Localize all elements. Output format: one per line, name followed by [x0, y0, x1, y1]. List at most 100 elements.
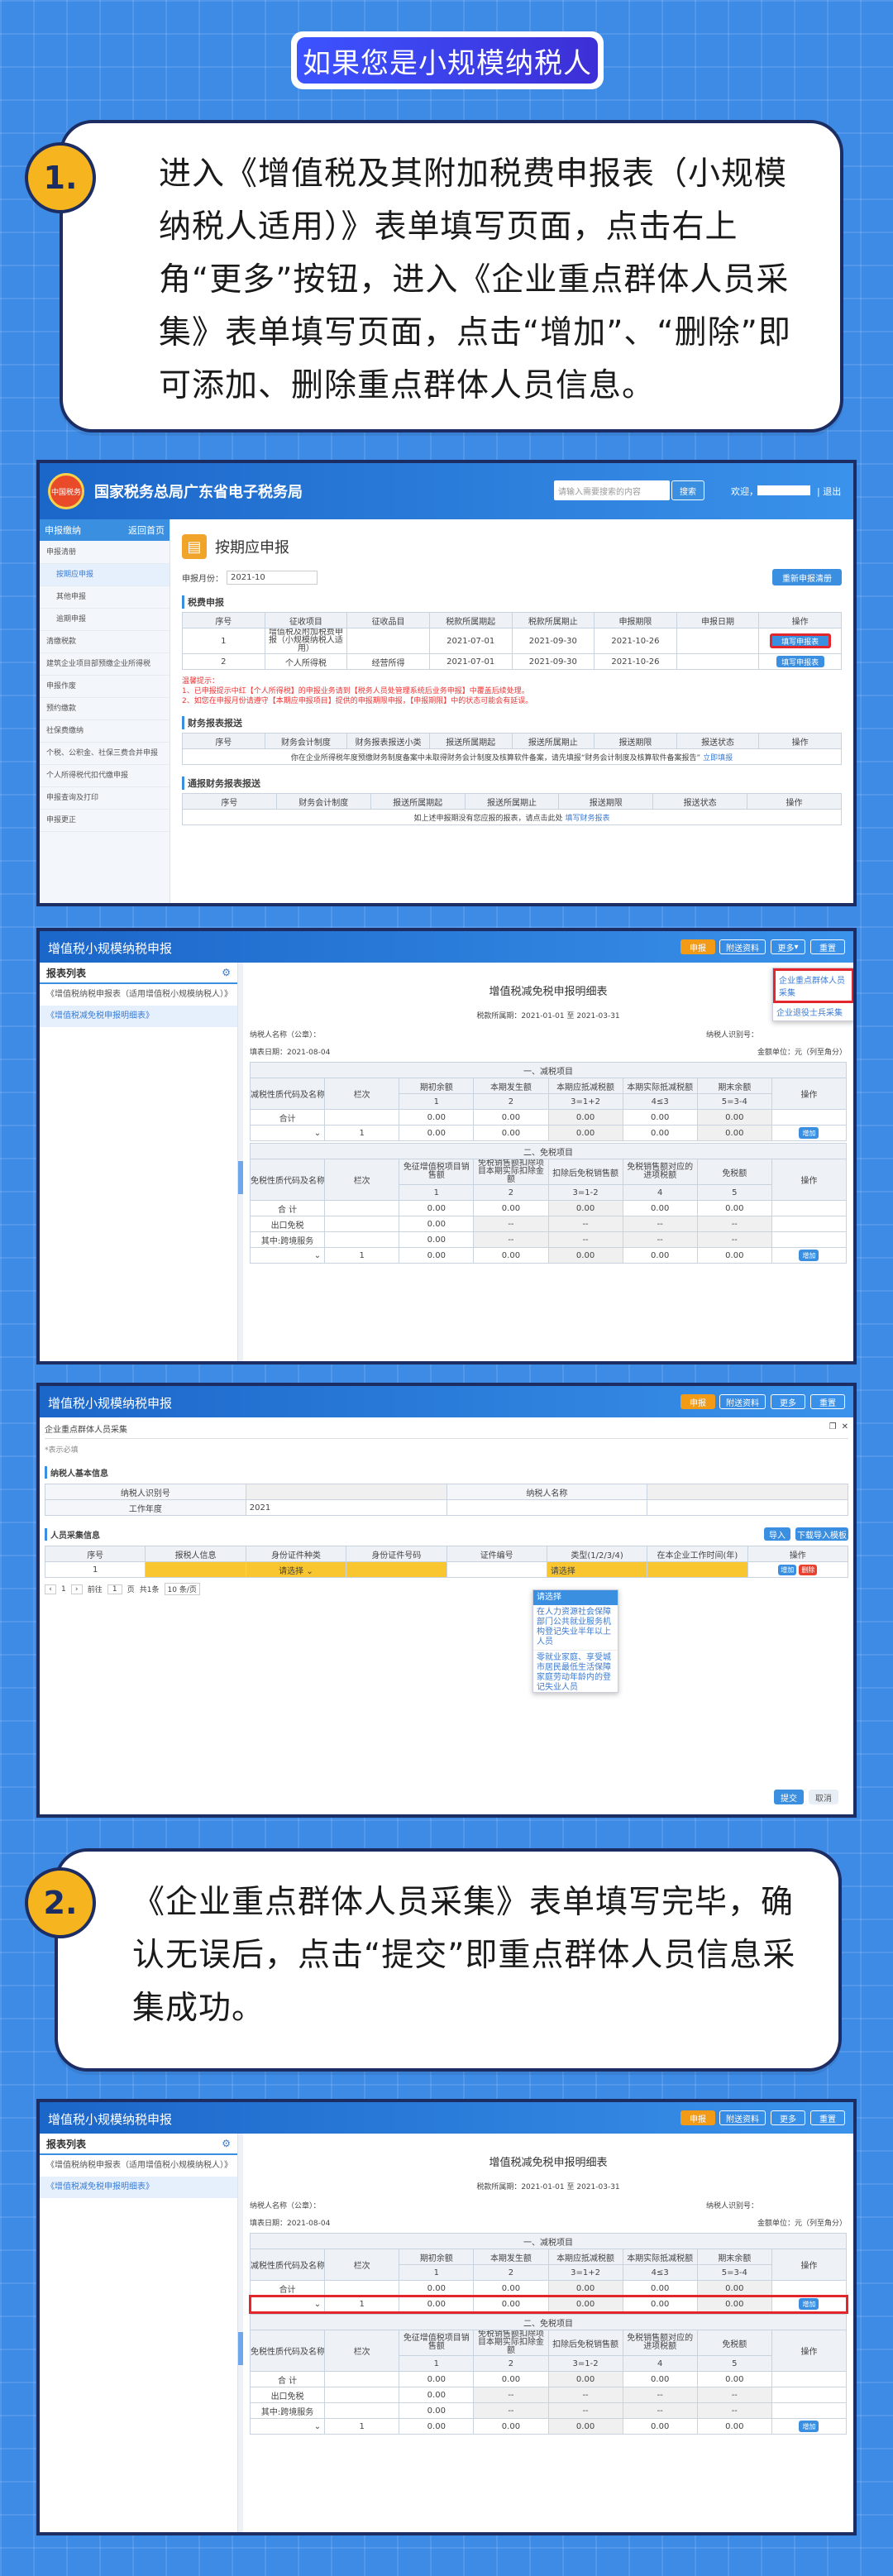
report-item-reduction-detail[interactable]: 《增值税减免税申报明细表》	[40, 2177, 237, 2198]
form-title: 增值税减免税申报明细表	[489, 986, 608, 998]
menu-item[interactable]: 个税、公积金、社保三费合并申报	[40, 743, 170, 765]
vat-app-header-2: 增值税小规模纳税申报 申报 附送资料 更多 重置	[40, 1386, 853, 1417]
search-button[interactable]: 搜索	[671, 480, 704, 500]
menu-item[interactable]: 建筑企业项目部预缴企业所得税	[40, 653, 170, 676]
fill-now-link[interactable]: 立即填报	[703, 754, 733, 762]
people-col-header: 序号	[44, 1546, 146, 1562]
settings-icon[interactable]: ⚙	[222, 2138, 231, 2149]
cancel-button[interactable]: 取消	[809, 1790, 838, 1804]
type-select[interactable]: 请选择	[546, 1561, 648, 1578]
settings-icon[interactable]: ⚙	[222, 967, 231, 978]
maximize-icon[interactable]: ❐	[829, 1422, 837, 1435]
declare-table: 序号 征收项目 征收品目 税款所属期起 税款所属期止 申报期限 申报日期 操作 1 增值税及附加…	[182, 612, 842, 670]
menu-item[interactable]: 清缴税款	[40, 631, 170, 653]
screenshot-vat-form: 增值税小规模纳税申报 申报 附送资料 更多 ▾ 重置 企业重点群体人员采集 企业退…	[36, 928, 857, 1364]
fill-date: 填表日期：2021-08-04	[250, 1049, 331, 1057]
page-label: 页	[127, 1586, 135, 1594]
menu-item[interactable]: 申报清册	[40, 541, 170, 564]
attachments-button[interactable]: 附送资料	[719, 939, 766, 954]
import-button[interactable]: 导入	[764, 1527, 790, 1541]
reset-button[interactable]: 重置	[810, 2110, 845, 2125]
attachments-button[interactable]: 附送资料	[719, 1394, 766, 1409]
form-area: 增值税减免税申报明细表 税款所属期：2021-01-01 至 2021-03-3…	[243, 963, 853, 1361]
menu-item[interactable]: 逾期申报	[40, 609, 170, 631]
current-page: 1	[61, 1584, 66, 1594]
people-col-header: 报税人信息	[145, 1546, 246, 1562]
submit-button[interactable]: 提交	[774, 1790, 804, 1804]
step2-text: 《企业重点群体人员采集》表单填写完毕，确认无误后，点击“提交”即重点群体人员信息…	[132, 1884, 796, 2027]
prev-page-button[interactable]: ‹	[45, 1584, 56, 1594]
taxpayer-id-label: 纳税人识别号：	[706, 1031, 759, 1039]
close-icon[interactable]: ✕	[842, 1422, 848, 1435]
add-person-button[interactable]: 增加	[778, 1564, 797, 1575]
screenshot-key-group-dialog: 增值税小规模纳税申报 申报 附送资料 更多 重置 企业重点群体人员采集 ❐ ✕ …	[36, 1383, 857, 1818]
fill-declaration-button[interactable]: 填写申报表	[769, 633, 831, 648]
site-title: 国家税务总局广东省电子税务局	[94, 484, 303, 501]
refresh-list-button[interactable]: 重新申报清册	[772, 569, 842, 585]
add-exemption-row-button[interactable]: 增加	[799, 2421, 819, 2432]
tax-period: 税款所属期：2021-01-01 至 2021-03-31	[476, 2183, 620, 2191]
portal-header: 中国税务 国家税务总局广东省电子税务局 请输入需要搜索的内容 搜索 欢迎， | …	[40, 463, 853, 519]
fill-report-link[interactable]: 填写财务报表	[565, 815, 609, 823]
declare-col-header: 征收品目	[346, 612, 430, 628]
menu-home-link[interactable]: 返回首页	[128, 523, 165, 537]
option-unemployed[interactable]: 在人力资源社会保障部门公共就业服务机构登记失业半年以上人员	[533, 1605, 618, 1651]
welcome-text: 欢迎，	[731, 486, 758, 497]
period-input[interactable]: 2021-10	[227, 570, 318, 585]
dialog-title: 企业重点群体人员采集	[45, 1426, 127, 1435]
page-size-select[interactable]: 10 条/页	[164, 1583, 200, 1595]
report-item-vat-declaration[interactable]: 《增值税纳税申报表（适用增值税小规模纳税人）》	[40, 2155, 237, 2177]
menu-item[interactable]: 按期应申报	[40, 564, 170, 586]
more-button[interactable]: 更多	[771, 1394, 805, 1409]
declare-col-header: 申报日期	[676, 612, 760, 628]
option-please-select[interactable]: 请选择	[533, 1590, 618, 1605]
people-col-header: 在本企业工作时间(年)	[647, 1546, 748, 1562]
report-item-vat-declaration[interactable]: 《增值税纳税申报表（适用增值税小规模纳税人）》	[40, 984, 237, 1006]
more-button[interactable]: 更多 ▾	[771, 939, 805, 954]
add-exemption-row-button[interactable]: 增加	[799, 1250, 819, 1261]
cert-number-input[interactable]	[446, 1561, 547, 1578]
notice-col-header: 操作	[747, 793, 842, 810]
declare-button[interactable]: 申报	[680, 2110, 715, 2125]
option-zero-employment-family[interactable]: 零就业家庭、享受城市居民最低生活保障家庭劳动年龄内的登记失业人员	[533, 1651, 618, 1692]
menu-item[interactable]: 社保费缴纳	[40, 720, 170, 743]
step2-callout: 《企业重点群体人员采集》表单填写完毕，确认无误后，点击“提交”即重点群体人员信息…	[55, 1848, 842, 2072]
reset-button[interactable]: 重置	[810, 1394, 845, 1409]
declare-button[interactable]: 申报	[680, 939, 715, 954]
chevron-down-icon: ▾	[794, 942, 799, 952]
menu-item[interactable]: 个人所得税代扣代缴申报	[40, 765, 170, 787]
declare-button[interactable]: 申报	[680, 1394, 715, 1409]
fill-declaration-button-2[interactable]: 填写申报表	[776, 656, 824, 667]
work-years-input[interactable]	[647, 1561, 748, 1578]
search-input[interactable]: 请输入需要搜索的内容	[554, 480, 670, 500]
declare-col-header: 税款所属期止	[511, 612, 595, 628]
add-reduction-row-button[interactable]: 增加	[799, 1127, 819, 1139]
form-area: 增值税减免税申报明细表 税款所属期：2021-01-01 至 2021-03-3…	[243, 2134, 853, 2532]
taxpayer-name-label: 纳税人名称（公章）：	[250, 2202, 321, 2210]
menu-item[interactable]: 申报查询及打印	[40, 787, 170, 810]
menu-item[interactable]: 其他申报	[40, 586, 170, 609]
menu-item[interactable]: 预约缴款	[40, 698, 170, 720]
warning-notice: 温馨提示： 1、已申报提示中红【个人所得税】的申报业务请到【税务人员处管理系统后…	[182, 677, 533, 705]
menu-item[interactable]: 申报作废	[40, 676, 170, 698]
heading-pill: 如果您是小规模纳税人	[291, 31, 604, 89]
app-title: 增值税小规模纳税申报	[48, 2112, 173, 2127]
more-button[interactable]: 更多	[771, 2110, 805, 2125]
type-dropdown: 请选择 在人力资源社会保障部门公共就业服务机构登记失业半年以上人员 零就业家庭、…	[532, 1589, 618, 1693]
menu-title: 申报缴纳	[45, 525, 81, 536]
download-template-button[interactable]: 下载导入模板	[795, 1527, 848, 1541]
logout-link[interactable]: | 退出	[817, 485, 841, 498]
id-number-input[interactable]	[346, 1561, 447, 1578]
reset-button[interactable]: 重置	[810, 939, 845, 954]
id-type-select[interactable]: 请选择 ⌄	[245, 1561, 347, 1578]
report-item-reduction-detail[interactable]: 《增值税减免税申报明细表》	[40, 1006, 237, 1027]
notice-col-header: 报送所属期止	[464, 793, 560, 810]
reduction-table: 一、减税项目 减税性质代码及名称 栏次 期初余额 本期发生额 本期应抵减税额 本期实际抵减…	[248, 2233, 848, 2314]
next-page-button[interactable]: ›	[70, 1584, 83, 1594]
delete-person-button[interactable]: 删除	[799, 1564, 818, 1575]
attachments-button[interactable]: 附送资料	[719, 2110, 766, 2125]
declare-col-header: 操作	[758, 612, 842, 628]
add-reduction-row-button[interactable]: 增加	[799, 2298, 819, 2310]
menu-item[interactable]: 申报更正	[40, 810, 170, 832]
page-input[interactable]: 1	[107, 1584, 122, 1594]
